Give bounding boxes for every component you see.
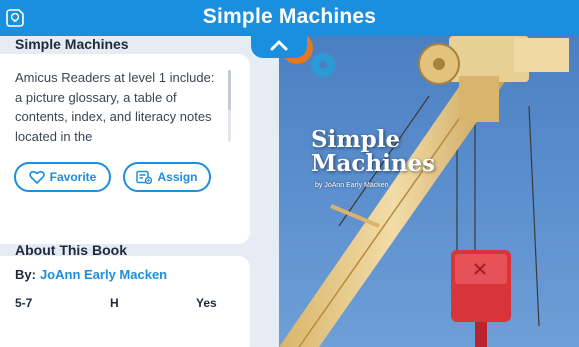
chevron-up-icon: [270, 40, 288, 51]
cover-title: Simple Machines: [311, 126, 436, 177]
book-cover[interactable]: Simple Machines by JoAnn Early Macken: [279, 36, 579, 347]
favorite-button[interactable]: Favorite: [14, 162, 111, 192]
favorite-label: Favorite: [49, 170, 97, 184]
cover-byline: by JoAnn Early Macken: [315, 182, 389, 189]
assign-clipboard-icon: [136, 170, 153, 184]
collapse-toggle-button[interactable]: [251, 34, 307, 58]
description-scrollbar[interactable]: [228, 70, 231, 110]
heart-icon: [28, 170, 45, 184]
page-title: Simple Machines: [202, 5, 377, 28]
assign-label: Assign: [157, 170, 198, 184]
book-description: Amicus Readers at level 1 include: a pic…: [15, 70, 215, 144]
book-title-heading: Simple Machines: [15, 36, 129, 52]
cover-illustration: [279, 36, 579, 347]
author-row: By: JoAnn Early Macken: [15, 267, 167, 282]
top-bar: Simple Machines: [0, 0, 579, 36]
author-link[interactable]: JoAnn Early Macken: [40, 267, 167, 282]
about-heading: About This Book: [15, 242, 127, 258]
by-label: By:: [15, 267, 36, 282]
meta-flag: Yes: [196, 296, 217, 310]
meta-age: 5-7: [15, 296, 33, 310]
meta-level: H: [110, 296, 119, 310]
assign-button[interactable]: Assign: [123, 162, 211, 192]
